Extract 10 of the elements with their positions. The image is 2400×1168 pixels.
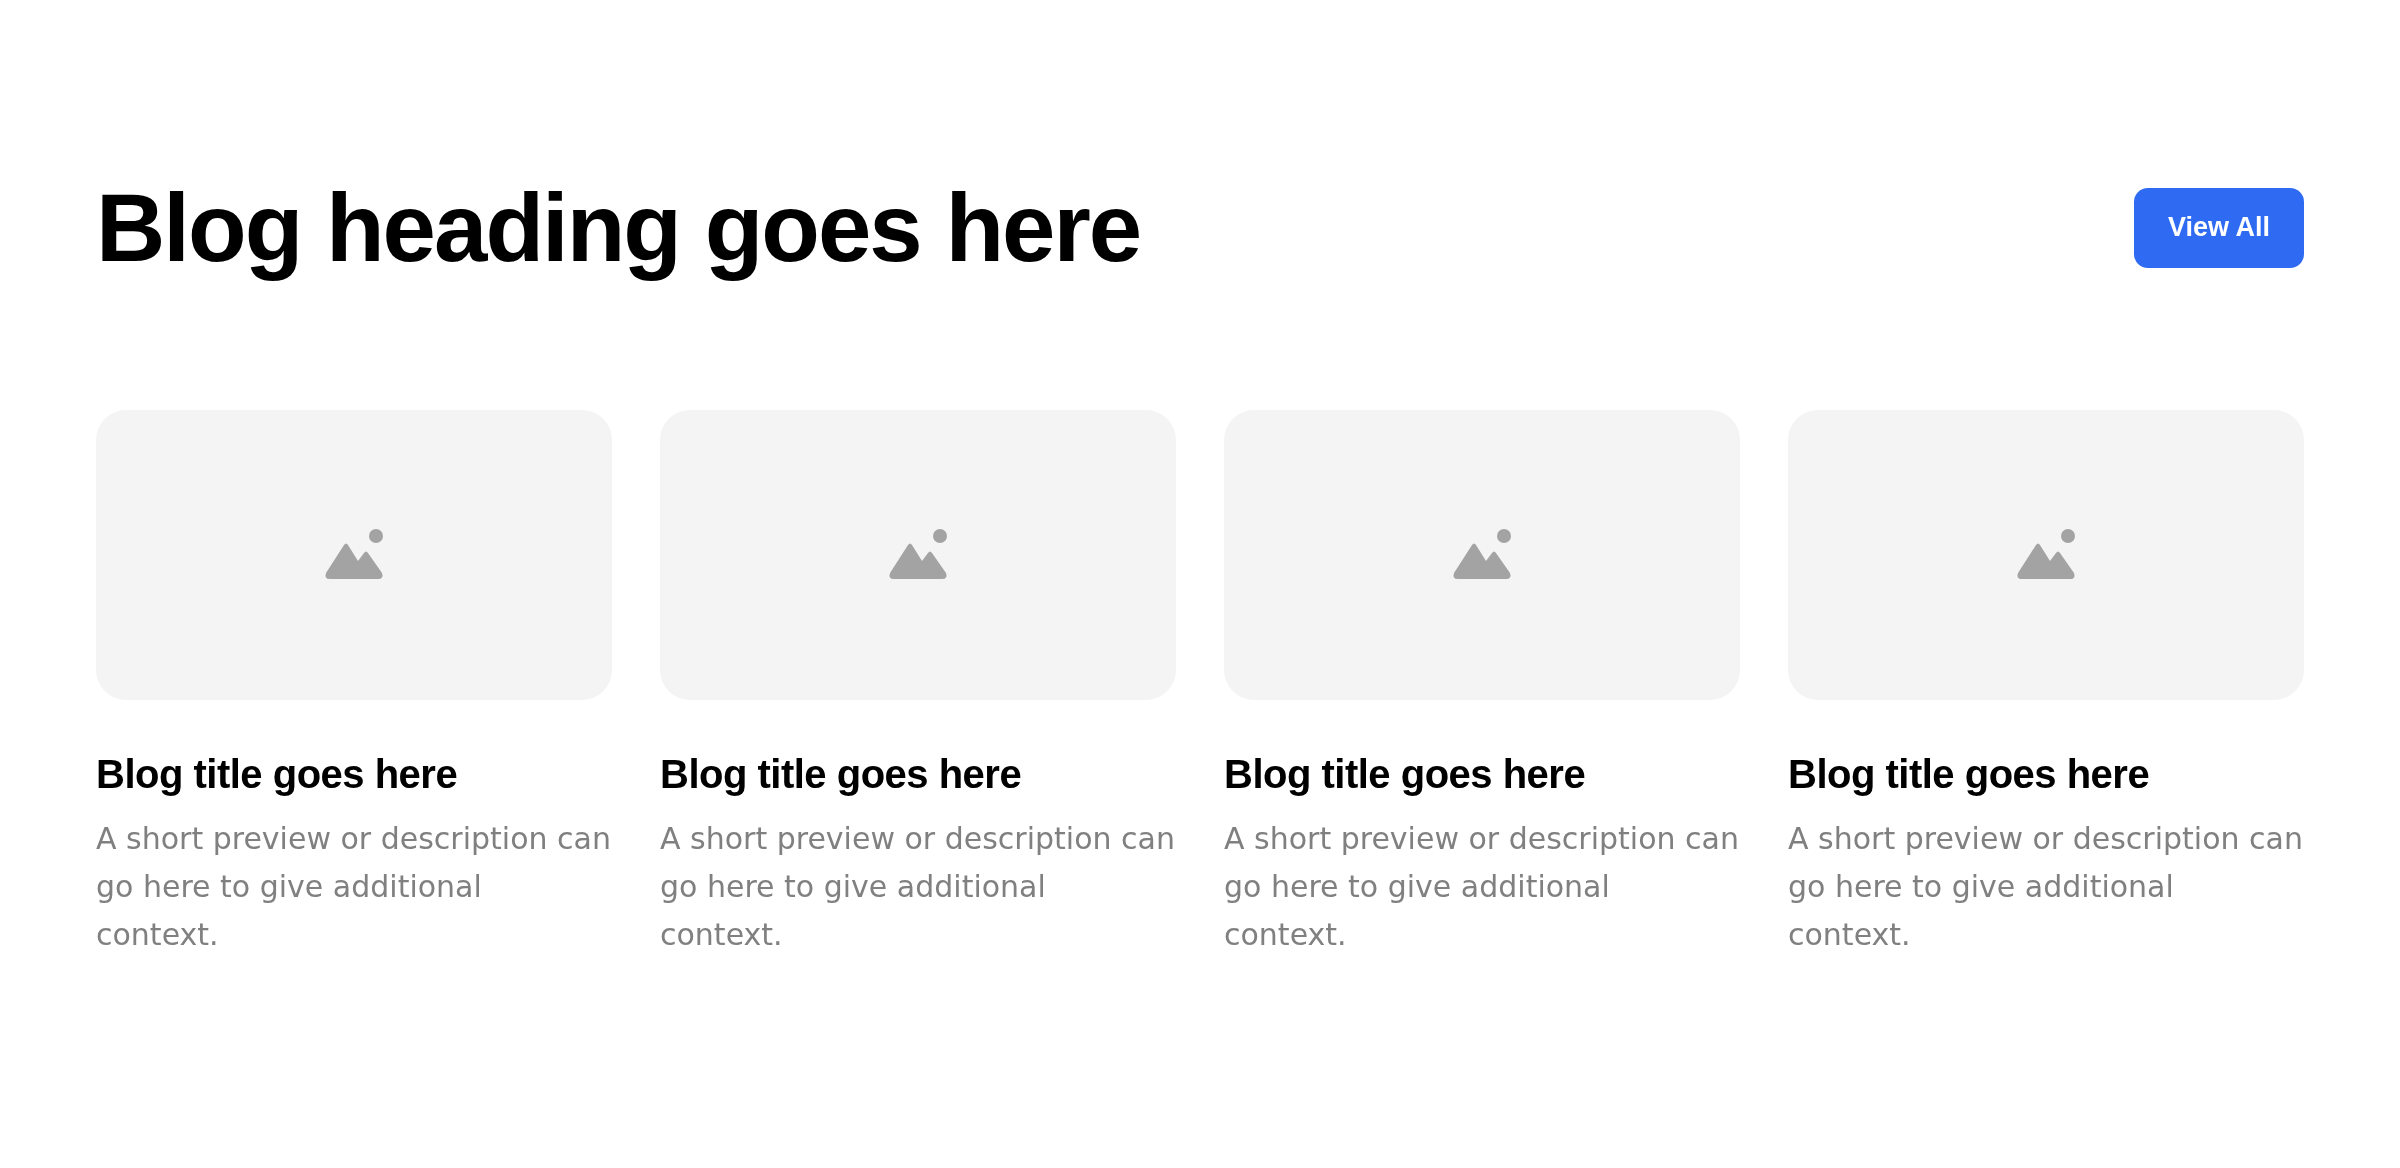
post-title: Blog title goes here (1224, 752, 1587, 798)
post-description: A short preview or description can go here to give additional context. (96, 820, 612, 955)
post-description: A short preview or description can go here to give additional context. (660, 820, 1176, 955)
post-title: Blog title goes here (660, 752, 1023, 798)
post-description: A short preview or description can go here to give additional context. (1788, 820, 2304, 955)
post-title: Blog title goes here (96, 752, 459, 798)
view-all-button[interactable]: View All (2134, 187, 2304, 268)
post-title: Blog title goes here (1788, 752, 2151, 798)
post-description: A short preview or description can go here to give additional context. (1224, 820, 1740, 955)
blog-heading: Blog heading goes here (96, 173, 1141, 283)
